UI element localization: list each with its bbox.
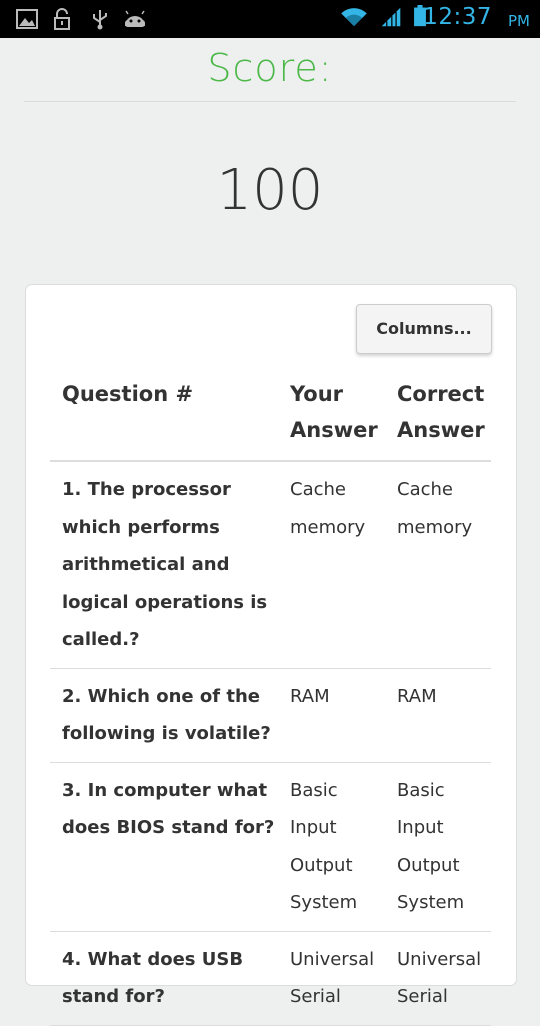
question-cell: 3. In computer what does BIOS stand for?	[50, 762, 278, 932]
header-correct-answer: Correct Answer	[385, 372, 491, 462]
your-answer-cell: Basic Input Output System	[278, 762, 385, 932]
divider	[24, 101, 516, 102]
results-table: Question # Your Answer Correct Answer 1.…	[50, 372, 491, 1026]
table-header-row: Question # Your Answer Correct Answer	[50, 372, 491, 462]
question-cell: 1. The processor which performs arithmet…	[50, 461, 278, 669]
header-your-answer: Your Answer	[278, 372, 385, 462]
score-title: Score:	[207, 46, 333, 90]
your-answer-cell: Universal Serial	[278, 931, 385, 1026]
correct-answer-cell: Cache memory	[385, 461, 491, 669]
score-value: 100	[216, 158, 324, 223]
lock-icon	[54, 8, 70, 30]
your-answer-cell: Cache memory	[278, 461, 385, 669]
question-cell: 4. What does USB stand for?	[50, 931, 278, 1026]
correct-answer-cell: Basic Input Output System	[385, 762, 491, 932]
clock-time: 12:37	[423, 4, 492, 30]
your-answer-cell: RAM	[278, 668, 385, 763]
columns-button[interactable]: Columns...	[356, 304, 492, 354]
correct-answer-cell: Universal Serial	[385, 931, 491, 1026]
question-cell: 2. Which one of the following is volatil…	[50, 668, 278, 763]
table-row: 3. In computer what does BIOS stand for?…	[50, 762, 491, 932]
table-row: 2. Which one of the following is volatil…	[50, 668, 491, 763]
wifi-icon	[341, 8, 367, 27]
correct-answer-cell: RAM	[385, 668, 491, 763]
table-row: 1. The processor which performs arithmet…	[50, 461, 491, 669]
clock-ampm: PM	[508, 12, 530, 30]
table-row: 4. What does USB stand for? Universal Se…	[50, 931, 491, 1026]
usb-icon	[93, 10, 107, 30]
picture-icon	[16, 9, 38, 29]
header-question: Question #	[50, 372, 278, 462]
status-bar: 12:37 PM	[0, 0, 540, 38]
signal-icon	[381, 7, 401, 27]
android-icon	[125, 10, 145, 27]
